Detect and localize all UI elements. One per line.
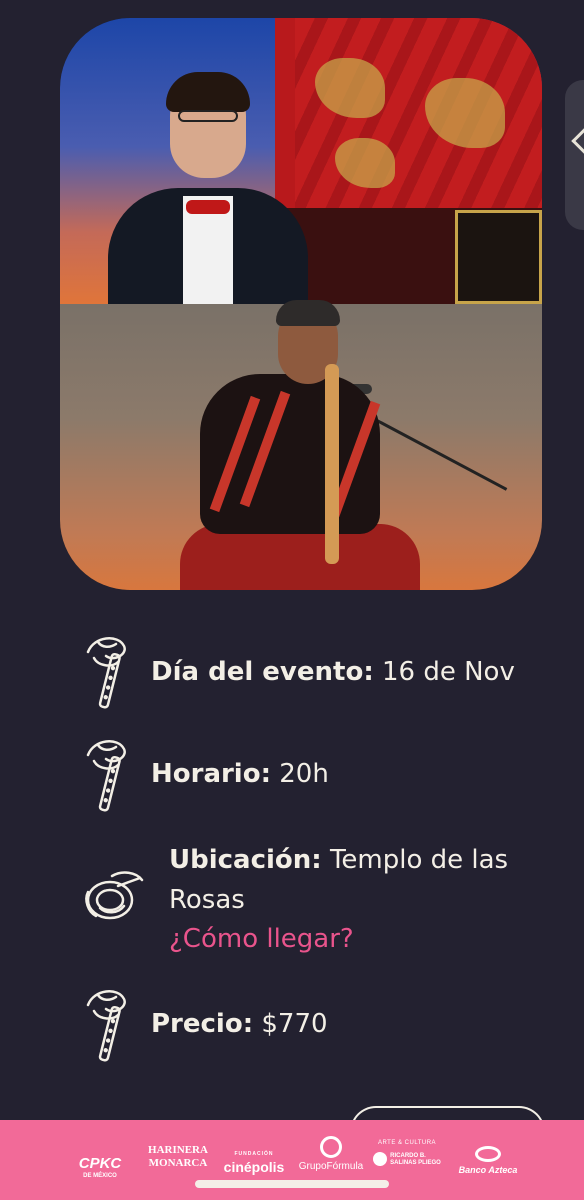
price-value: $770 [261,1009,328,1039]
harpsichord-image [275,18,542,304]
location-value-line1: Templo de las [329,845,509,875]
ricardo-salinas-logo: ARTE & CULTURA RICARDO B. SALINAS PLIEGO [372,1140,442,1166]
banco-azteca-logo: Banco Azteca [448,1146,528,1175]
chevron-left-icon [571,128,584,154]
location-label: Ubicación: [169,845,322,875]
location-value-line2: Rosas [169,885,245,915]
time-label: Horario: [151,759,271,789]
sponsor-footer: CPKC DE MÉXICO HARINERA MONARCA FUNDACIÓ… [0,1120,584,1200]
flutist-figure [180,300,430,590]
french-horn-icon [82,862,146,932]
cpkc-logo: CPKC DE MÉXICO [78,1155,122,1179]
flutist-photo [60,300,542,590]
flute-icon [84,632,140,712]
fundacion-cinepolis-logo: FUNDACIÓN cinépolis [223,1151,285,1175]
harinera-monarca-logo: HARINERA MONARCA [148,1144,208,1169]
directions-link[interactable]: ¿Cómo llegar? [169,919,354,959]
date-value: 16 de Nov [381,657,515,687]
home-indicator[interactable] [195,1180,389,1188]
event-time: Horario: 20h [151,754,329,794]
event-location: Ubicación: Templo de las [169,840,508,880]
time-value: 20h [279,759,329,789]
next-card-button[interactable] [565,80,584,230]
event-photo [60,18,542,590]
grupo-formula-logo: GrupoFórmula [296,1136,366,1172]
flute-icon [84,985,140,1065]
harpsichordist-photo [60,18,542,304]
event-date: Día del evento: 16 de Nov [151,652,515,692]
date-label: Día del evento: [151,657,374,687]
flute-icon [84,735,140,815]
harpsichordist-figure [108,72,308,304]
price-label: Precio: [151,1009,254,1039]
event-price: Precio: $770 [151,1004,328,1044]
